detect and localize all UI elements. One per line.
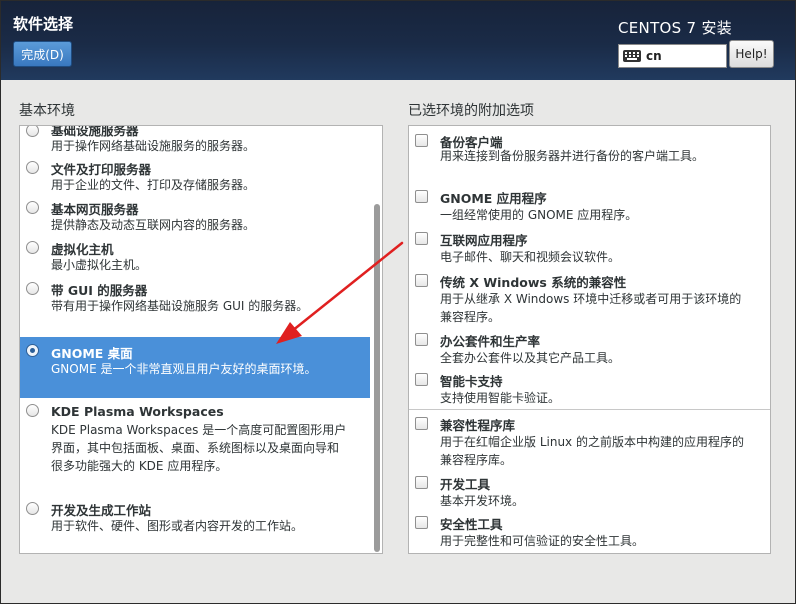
addon-desc: 用于从继承 X Windows 环境中迁移或者可用于该环境的 — [440, 292, 742, 306]
checkbox[interactable] — [415, 274, 428, 287]
addon-office-suite[interactable]: 办公套件和生产率 全套办公套件以及其它产品工具。 — [409, 331, 769, 371]
env-item-desc: 最小虚拟化主机。 — [51, 258, 148, 272]
radio-button[interactable] — [26, 201, 39, 214]
base-environment-list: 基础设施服务器 用于操作网络基础设施服务的服务器。 文件及打印服务器 用于企业的… — [19, 125, 383, 554]
addon-desc: 用于在红帽企业版 Linux 的之前版本中构建的应用程序的 — [440, 435, 744, 449]
radio-button[interactable] — [26, 404, 39, 417]
checkbox[interactable] — [415, 417, 428, 430]
env-item-name: KDE Plasma Workspaces — [51, 404, 224, 419]
env-item-desc: GNOME 是一个非常直观且用户友好的桌面环境。 — [51, 362, 317, 376]
checkbox[interactable] — [415, 373, 428, 386]
addon-name: 开发工具 — [440, 477, 491, 492]
env-item-desc: 带有用于操作网络基础设施服务 GUI 的服务器。 — [51, 299, 309, 313]
addon-desc: 兼容程序。 — [440, 310, 501, 324]
addons-list: 备份客户端 用来连接到备份服务器并进行备份的客户端工具。 GNOME 应用程序 … — [408, 125, 771, 554]
env-item-desc: 用于操作网络基础设施服务的服务器。 — [51, 139, 256, 153]
divider — [409, 409, 770, 410]
radio-button[interactable] — [26, 126, 39, 137]
env-item-file-print-server[interactable]: 文件及打印服务器 用于企业的文件、打印及存储服务器。 — [20, 155, 370, 195]
installer-window: 软件选择 完成(D) CENTOS 7 安装 cn Help! 基本环境 已选环… — [0, 0, 796, 604]
addon-name: 互联网应用程序 — [440, 233, 528, 248]
addon-name: 传统 X Windows 系统的兼容性 — [440, 275, 627, 290]
env-item-desc: 很多功能强大的 KDE 应用程序。 — [51, 459, 228, 473]
checkbox[interactable] — [415, 476, 428, 489]
radio-button[interactable] — [26, 282, 39, 295]
checkbox[interactable] — [415, 134, 428, 147]
addon-compat-libraries[interactable]: 兼容性程序库 用于在红帽企业版 Linux 的之前版本中构建的应用程序的 兼容程… — [409, 415, 769, 471]
env-item-gnome-desktop[interactable]: GNOME 桌面 GNOME 是一个非常直观且用户友好的桌面环境。 — [20, 337, 370, 398]
addon-name: 兼容性程序库 — [440, 418, 516, 433]
addon-desc: 全套办公套件以及其它产品工具。 — [440, 351, 621, 365]
scrollbar[interactable] — [371, 126, 382, 553]
page-title: 软件选择 — [13, 15, 74, 33]
keyboard-layout-label: cn — [646, 49, 662, 63]
env-item-virtualization-host[interactable]: 虚拟化主机 最小虚拟化主机。 — [20, 235, 370, 275]
checkbox[interactable] — [415, 333, 428, 346]
env-item-desc: 界面，其中包括面板、桌面、系统图标以及桌面向导和 — [51, 441, 340, 455]
addon-name: GNOME 应用程序 — [440, 191, 547, 206]
env-item-dev-workstation[interactable]: 开发及生成工作站 用于软件、硬件、图形或者内容开发的工作站。 — [20, 496, 370, 540]
addon-security-tools[interactable]: 安全性工具 用于完整性和可信验证的安全性工具。 — [409, 514, 769, 553]
radio-button[interactable] — [26, 241, 39, 254]
env-item-desc: KDE Plasma Workspaces 是一个高度可配置图形用户 — [51, 423, 347, 437]
addon-name: 智能卡支持 — [440, 374, 503, 389]
installer-title: CENTOS 7 安装 — [618, 19, 733, 37]
env-item-desc: 用于软件、硬件、图形或者内容开发的工作站。 — [51, 519, 304, 533]
addon-desc: 兼容程序库。 — [440, 453, 513, 467]
addon-dev-tools[interactable]: 开发工具 基本开发环境。 — [409, 474, 769, 514]
radio-button[interactable] — [26, 502, 39, 515]
env-item-server-with-gui[interactable]: 带 GUI 的服务器 带有用于操作网络基础设施服务 GUI 的服务器。 — [20, 276, 370, 334]
checkbox[interactable] — [415, 516, 428, 529]
base-environment-title: 基本环境 — [19, 103, 75, 119]
radio-button-selected[interactable] — [26, 344, 39, 357]
addon-name: 安全性工具 — [440, 517, 503, 532]
checkbox[interactable] — [415, 190, 428, 203]
addon-backup-client[interactable]: 备份客户端 用来连接到备份服务器并进行备份的客户端工具。 — [409, 128, 769, 178]
addon-name: 办公套件和生产率 — [440, 334, 541, 349]
keyboard-icon — [623, 50, 641, 62]
env-item-infrastructure-server[interactable]: 基础设施服务器 用于操作网络基础设施服务的服务器。 — [20, 126, 370, 154]
addon-desc: 用于完整性和可信验证的安全性工具。 — [440, 534, 645, 548]
env-item-basic-web-server[interactable]: 基本网页服务器 提供静态及动态互联网内容的服务器。 — [20, 195, 370, 235]
env-item-desc: 提供静态及动态互联网内容的服务器。 — [51, 218, 256, 232]
addon-gnome-apps[interactable]: GNOME 应用程序 一组经常使用的 GNOME 应用程序。 — [409, 188, 769, 228]
addon-desc: 电子邮件、聊天和视频会议软件。 — [440, 250, 621, 264]
radio-button[interactable] — [26, 161, 39, 174]
addon-internet-apps[interactable]: 互联网应用程序 电子邮件、聊天和视频会议软件。 — [409, 230, 769, 270]
env-item-desc: 用于企业的文件、打印及存储服务器。 — [51, 178, 256, 192]
addon-desc: 一组经常使用的 GNOME 应用程序。 — [440, 208, 638, 222]
scrollbar-thumb[interactable] — [374, 204, 380, 552]
header-bar: 软件选择 完成(D) CENTOS 7 安装 cn Help! — [1, 1, 795, 80]
addon-desc: 支持使用智能卡验证。 — [440, 391, 561, 405]
addon-smart-card[interactable]: 智能卡支持 支持使用智能卡验证。 — [409, 371, 769, 411]
addon-desc: 基本开发环境。 — [440, 494, 525, 508]
help-button[interactable]: Help! — [729, 40, 774, 68]
keyboard-layout-indicator[interactable]: cn — [618, 44, 727, 68]
checkbox[interactable] — [415, 232, 428, 245]
addon-legacy-x-windows[interactable]: 传统 X Windows 系统的兼容性 用于从继承 X Windows 环境中迁… — [409, 272, 769, 328]
done-button[interactable]: 完成(D) — [13, 41, 72, 67]
addon-desc: 用来连接到备份服务器并进行备份的客户端工具。 — [440, 149, 705, 163]
addons-title: 已选环境的附加选项 — [408, 103, 534, 119]
env-item-kde-plasma[interactable]: KDE Plasma Workspaces KDE Plasma Workspa… — [20, 400, 370, 496]
